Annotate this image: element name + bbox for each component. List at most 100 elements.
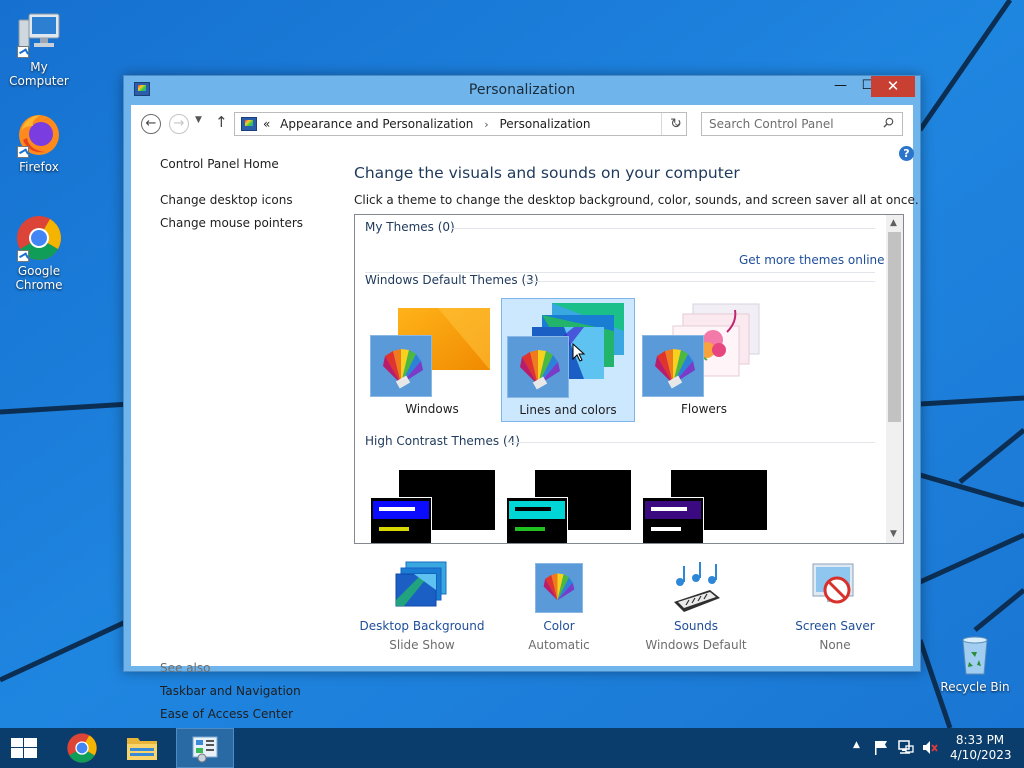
setting-name[interactable]: Screen Saver <box>765 619 905 633</box>
screen-saver-setting[interactable]: Screen Saver None <box>765 560 905 652</box>
color-palette-icon <box>370 335 432 397</box>
divider <box>451 228 875 229</box>
setting-name[interactable]: Color <box>489 619 629 633</box>
show-hidden-icons-button[interactable]: ▲ <box>850 728 864 768</box>
page-description: Click a theme to change the desktop back… <box>354 193 919 207</box>
theme-flowers[interactable]: Flowers <box>637 298 771 422</box>
search-box[interactable] <box>701 112 903 136</box>
minimize-button[interactable]: — <box>827 76 854 97</box>
setting-value: Automatic <box>528 638 590 652</box>
change-mouse-pointers-link[interactable]: Change mouse pointers <box>160 216 303 230</box>
high-contrast-body-text <box>515 527 545 531</box>
theme-high-contrast-1[interactable] <box>365 460 499 543</box>
search-icon[interactable] <box>883 117 894 128</box>
theme-list-scrollbar[interactable]: ▲ ▼ <box>886 215 903 543</box>
forward-button[interactable]: → <box>169 114 189 134</box>
recycle-bin-icon <box>962 636 988 675</box>
file-explorer-icon <box>127 738 157 760</box>
refresh-icon: ↻ <box>670 116 682 132</box>
theme-label: Windows <box>405 402 459 416</box>
high-contrast-body-text <box>651 527 681 531</box>
help-button[interactable]: ? <box>899 146 914 161</box>
arrow-up-icon: ↑ <box>215 113 228 131</box>
search-input[interactable] <box>702 113 877 135</box>
refresh-button[interactable]: ↻ <box>665 113 687 135</box>
setting-name[interactable]: Desktop Background <box>352 619 492 633</box>
breadcrumb-personalization[interactable]: Personalization <box>499 117 590 131</box>
my-themes-group-label: My Themes (0) <box>365 220 455 234</box>
scrollbar-thumb[interactable] <box>888 232 901 422</box>
desktop-background-icon <box>395 561 447 607</box>
network-tray-icon[interactable] <box>896 728 916 768</box>
address-bar[interactable]: « Appearance and Personalization › Perso… <box>234 112 687 136</box>
windows-default-themes-group-label: Windows Default Themes (3) <box>365 273 539 287</box>
change-desktop-icons-link[interactable]: Change desktop icons <box>160 193 293 207</box>
title-bar[interactable]: Personalization — ☐ ✕ <box>124 76 920 104</box>
network-icon <box>898 740 914 754</box>
up-button[interactable]: ↑ <box>215 113 228 131</box>
desktop-icon-recycle-bin[interactable]: Recycle Bin <box>935 630 1015 694</box>
desktop-icon-my-computer[interactable]: My Computer <box>0 10 79 88</box>
divider <box>661 113 662 135</box>
desktop-background-setting[interactable]: Desktop Background Slide Show <box>352 560 492 652</box>
high-contrast-color-preview <box>370 497 432 543</box>
ease-of-access-center-link[interactable]: Ease of Access Center <box>160 707 293 721</box>
volume-tray-icon[interactable] <box>920 728 940 768</box>
close-button[interactable]: ✕ <box>871 76 915 97</box>
scroll-up-button[interactable]: ▲ <box>890 218 897 228</box>
recent-locations-button[interactable]: ▼ <box>195 115 202 125</box>
screen-saver-icon <box>812 563 854 604</box>
desktop-icon-label: Firefox <box>19 160 59 174</box>
desktop-icon-label: Google Chrome <box>15 264 63 292</box>
desktop-icon-firefox[interactable]: Firefox <box>0 110 79 174</box>
mouse-cursor-icon <box>572 343 586 362</box>
chevron-up-icon: ▲ <box>890 218 897 228</box>
back-button[interactable]: ← <box>141 114 161 134</box>
action-center-tray-icon[interactable] <box>872 728 890 768</box>
start-button[interactable] <box>0 728 48 768</box>
speaker-muted-icon <box>923 741 938 754</box>
theme-list[interactable]: My Themes (0) Get more themes online Win… <box>354 214 904 544</box>
window-content: ← → ▼ ↑ « Appearance and Personalization… <box>131 105 919 721</box>
breadcrumb-separator[interactable]: › <box>484 118 488 131</box>
color-setting[interactable]: Color Automatic <box>489 560 629 652</box>
setting-value: Windows Default <box>645 638 747 652</box>
theme-lines-and-colors[interactable]: Lines and colors <box>501 298 635 422</box>
windows-logo-icon <box>11 738 37 758</box>
control-panel-icon <box>241 117 257 131</box>
flag-icon <box>875 741 887 755</box>
scroll-down-button[interactable]: ▼ <box>890 529 897 539</box>
sounds-icon <box>674 562 720 612</box>
breadcrumb: « Appearance and Personalization › Perso… <box>263 117 590 131</box>
desktop-icon-google-chrome[interactable]: Google Chrome <box>0 214 79 292</box>
theme-windows[interactable]: Windows <box>365 298 499 422</box>
high-contrast-color-preview <box>506 497 568 543</box>
taskbar-file-explorer-button[interactable] <box>118 728 166 768</box>
breadcrumb-overflow[interactable]: « <box>263 117 270 131</box>
chevron-down-icon: ▼ <box>890 529 897 539</box>
high-contrast-color-preview <box>642 497 704 543</box>
theme-high-contrast-3[interactable] <box>637 460 771 543</box>
breadcrumb-appearance-and-personalization[interactable]: Appearance and Personalization <box>280 117 473 131</box>
high-contrast-title-text <box>379 507 415 511</box>
color-palette-icon <box>642 335 704 397</box>
sounds-setting[interactable]: Sounds Windows Default <box>626 560 766 652</box>
high-contrast-body-text <box>379 527 409 531</box>
taskbar-and-navigation-link[interactable]: Taskbar and Navigation <box>160 684 301 698</box>
setting-name[interactable]: Sounds <box>626 619 766 633</box>
get-more-themes-link[interactable]: Get more themes online <box>739 253 885 267</box>
color-palette-icon <box>507 336 569 398</box>
clock-time: 8:33 PM <box>955 733 1005 747</box>
high-contrast-title-text <box>651 507 687 511</box>
taskbar-control-panel-button[interactable] <box>176 728 234 768</box>
high-contrast-title-text <box>515 507 551 511</box>
divider <box>507 442 875 443</box>
theme-high-contrast-2[interactable] <box>501 460 635 543</box>
desktop-icon-label: Recycle Bin <box>940 680 1010 694</box>
control-panel-home-link[interactable]: Control Panel Home <box>160 157 279 171</box>
system-clock[interactable]: 8:33 PM 4/10/2023 <box>950 733 1012 763</box>
taskbar-chrome-button[interactable] <box>58 728 106 768</box>
theme-label: Flowers <box>681 402 727 416</box>
clock-date: 4/10/2023 <box>950 748 1012 762</box>
color-palette-icon <box>535 563 583 613</box>
